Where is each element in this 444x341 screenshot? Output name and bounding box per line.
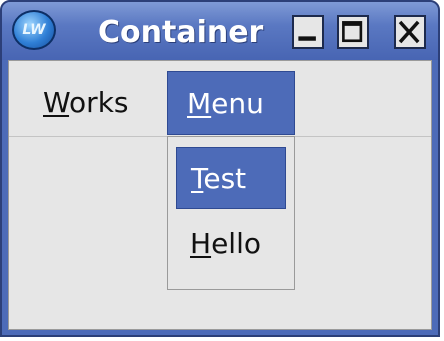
app-window: LW Container Works Menu Test Hello (0, 0, 440, 337)
menu-menu-mnemonic: M (187, 87, 212, 120)
window-title: Container (98, 15, 264, 50)
window-content: Works Menu Test Hello (8, 60, 432, 330)
menu-menu[interactable]: Menu (167, 71, 295, 135)
maximize-icon (342, 21, 363, 43)
menu-works-mnemonic: W (43, 86, 70, 119)
menu-item-test[interactable]: Test (176, 147, 286, 209)
close-button[interactable] (394, 15, 426, 49)
title-bar[interactable]: LW Container (2, 2, 438, 60)
menu-dropdown: Test Hello (167, 136, 295, 290)
minimize-icon (298, 36, 316, 41)
menu-item-test-mnemonic: T (191, 162, 204, 195)
close-icon (398, 20, 420, 44)
menu-item-hello-label: ello (211, 227, 261, 260)
menu-item-hello-mnemonic: H (190, 227, 212, 260)
menu-works-label: orks (69, 86, 129, 119)
maximize-button[interactable] (337, 15, 369, 49)
menu-item-hello[interactable]: Hello (176, 213, 286, 275)
menu-bar: Works Menu (9, 61, 431, 137)
minimize-button[interactable] (292, 15, 324, 49)
menu-menu-label: enu (211, 87, 264, 120)
menu-works[interactable]: Works (43, 71, 129, 135)
menu-item-test-label: est (203, 162, 247, 195)
app-logo-icon[interactable]: LW (12, 10, 56, 50)
